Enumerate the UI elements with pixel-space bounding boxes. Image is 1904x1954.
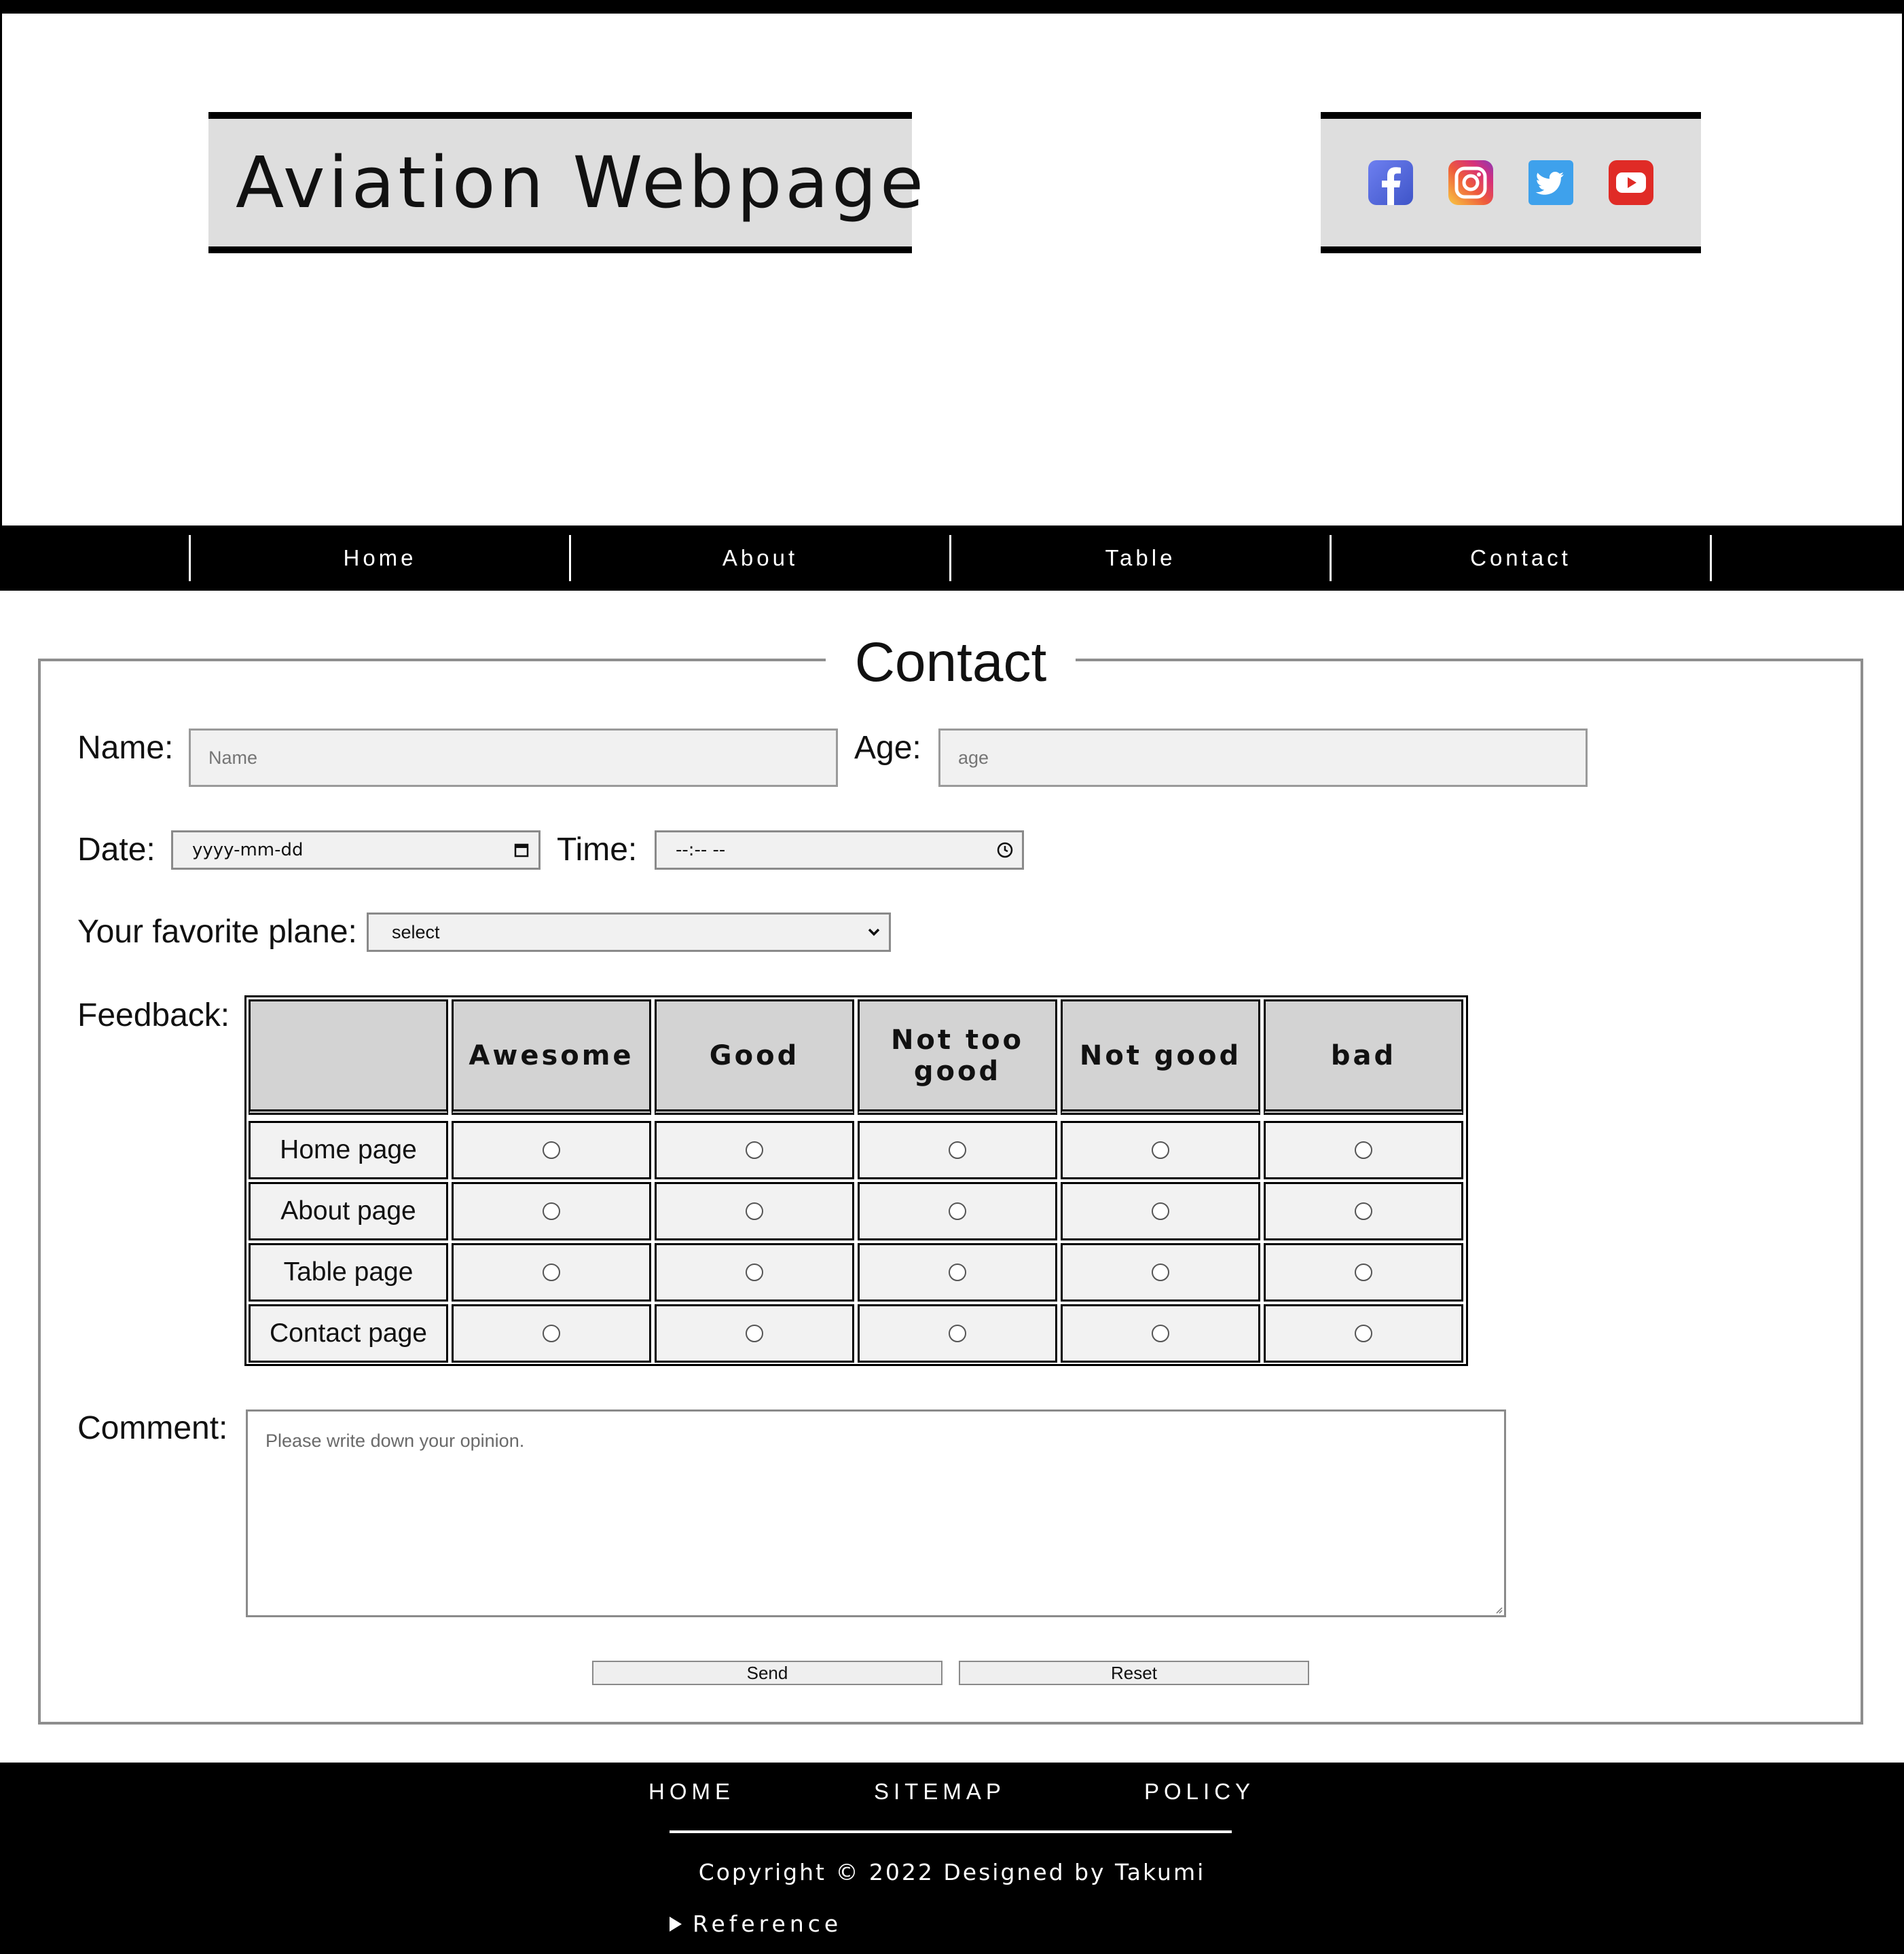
triangle-right-icon [670, 1916, 682, 1932]
contact-legend: Contact [826, 630, 1076, 695]
radio-button[interactable] [543, 1325, 560, 1342]
feedback-header-bad: bad [1264, 999, 1463, 1115]
main-nav: Home About Table Contact [0, 526, 1904, 591]
twitter-icon[interactable] [1528, 160, 1573, 205]
radio-button[interactable] [543, 1264, 560, 1281]
nav-home[interactable]: Home [189, 535, 569, 581]
footer-link-home[interactable]: HOME [648, 1779, 735, 1805]
radio-button[interactable] [746, 1202, 763, 1220]
time-input[interactable]: --:-- -- [655, 830, 1024, 870]
feedback-cell [1264, 1121, 1463, 1179]
calendar-icon[interactable] [511, 840, 532, 860]
feedback-cell [1061, 1121, 1260, 1179]
facebook-icon[interactable] [1368, 160, 1413, 205]
feedback-label: Feedback: [77, 997, 230, 1033]
footer-link-policy[interactable]: POLICY [1144, 1779, 1255, 1805]
time-label: Time: [557, 832, 638, 868]
plane-label: Your favorite plane: [77, 914, 357, 950]
clock-icon[interactable] [995, 840, 1015, 860]
feedback-cell [1061, 1182, 1260, 1240]
reference-label: Reference [693, 1911, 843, 1937]
radio-button[interactable] [543, 1141, 560, 1159]
age-input[interactable]: age [938, 729, 1588, 787]
nav-table[interactable]: Table [949, 535, 1330, 581]
name-label: Name: [77, 730, 174, 766]
feedback-cell [655, 1182, 854, 1240]
radio-button[interactable] [1152, 1141, 1169, 1159]
youtube-icon[interactable] [1609, 160, 1653, 205]
radio-button[interactable] [1152, 1264, 1169, 1281]
feedback-row-label: About page [249, 1182, 448, 1240]
name-input[interactable]: Name [189, 729, 838, 787]
radio-button[interactable] [1152, 1325, 1169, 1342]
radio-button[interactable] [1355, 1325, 1372, 1342]
feedback-cell [1264, 1182, 1463, 1240]
radio-button[interactable] [1355, 1202, 1372, 1220]
footer-link-sitemap[interactable]: SITEMAP [874, 1779, 1006, 1805]
plane-select[interactable]: select [367, 913, 891, 952]
feedback-row-label: Home page [249, 1121, 448, 1179]
radio-button[interactable] [949, 1264, 966, 1281]
feedback-header-blank [249, 999, 448, 1115]
date-input[interactable]: yyyy-mm-dd [171, 830, 541, 870]
site-footer: HOME SITEMAP POLICY Copyright © 2022 Des… [0, 1763, 1904, 1954]
nav-divider [1710, 535, 1712, 581]
reference-toggle[interactable]: Reference [670, 1911, 842, 1937]
radio-button[interactable] [949, 1325, 966, 1342]
send-button[interactable]: Send [592, 1661, 942, 1685]
date-value: yyyy-mm-dd [192, 840, 304, 860]
reset-button[interactable]: Reset [959, 1661, 1309, 1685]
comment-label: Comment: [77, 1410, 228, 1446]
radio-button[interactable] [949, 1202, 966, 1220]
footer-divider [670, 1830, 1232, 1833]
nav-contact[interactable]: Contact [1330, 535, 1710, 581]
feedback-header-not-good: Not good [1061, 999, 1260, 1115]
feedback-cell [858, 1121, 1057, 1179]
feedback-cell [655, 1121, 854, 1179]
feedback-header-good: Good [655, 999, 854, 1115]
feedback-cell [858, 1304, 1057, 1363]
age-label: Age: [854, 730, 921, 766]
feedback-header-awesome: Awesome [452, 999, 651, 1115]
feedback-cell [858, 1243, 1057, 1302]
title-box: Aviation Webpage [208, 112, 923, 253]
radio-button[interactable] [949, 1141, 966, 1159]
feedback-cell [1264, 1243, 1463, 1302]
feedback-cell [1061, 1243, 1260, 1302]
feedback-row-label: Contact page [249, 1304, 448, 1363]
feedback-table: Awesome Good Not too good Not good bad H… [244, 995, 1468, 1366]
resize-grip-icon[interactable] [1495, 1606, 1503, 1614]
feedback-cell [452, 1304, 651, 1363]
site-title: Aviation Webpage [236, 141, 927, 224]
comment-textarea[interactable]: Please write down your opinion. [246, 1409, 1506, 1617]
feedback-header-not-too-good: Not too good [858, 999, 1057, 1115]
nav-about[interactable]: About [569, 535, 949, 581]
feedback-row-label: Table page [249, 1243, 448, 1302]
radio-button[interactable] [543, 1202, 560, 1220]
feedback-cell [1264, 1304, 1463, 1363]
radio-button[interactable] [1152, 1202, 1169, 1220]
instagram-icon[interactable] [1448, 160, 1493, 205]
feedback-cell [1061, 1304, 1260, 1363]
feedback-cell [452, 1243, 651, 1302]
feedback-cell [655, 1243, 854, 1302]
copyright-text: Copyright © 2022 Designed by Takumi [698, 1859, 1206, 1885]
radio-button[interactable] [746, 1264, 763, 1281]
top-bar [0, 0, 1904, 14]
plane-selected-value: select [392, 921, 440, 942]
feedback-cell [452, 1182, 651, 1240]
chevron-down-icon [868, 928, 880, 936]
feedback-cell [655, 1304, 854, 1363]
feedback-cell [452, 1121, 651, 1179]
time-value: --:-- -- [676, 840, 726, 860]
comment-placeholder: Please write down your opinion. [266, 1431, 525, 1451]
radio-button[interactable] [1355, 1264, 1372, 1281]
site-header: Aviation Webpage [0, 14, 1904, 526]
social-links [1321, 112, 1701, 253]
feedback-cell [858, 1182, 1057, 1240]
radio-button[interactable] [746, 1325, 763, 1342]
radio-button[interactable] [1355, 1141, 1372, 1159]
date-label: Date: [77, 832, 155, 868]
radio-button[interactable] [746, 1141, 763, 1159]
